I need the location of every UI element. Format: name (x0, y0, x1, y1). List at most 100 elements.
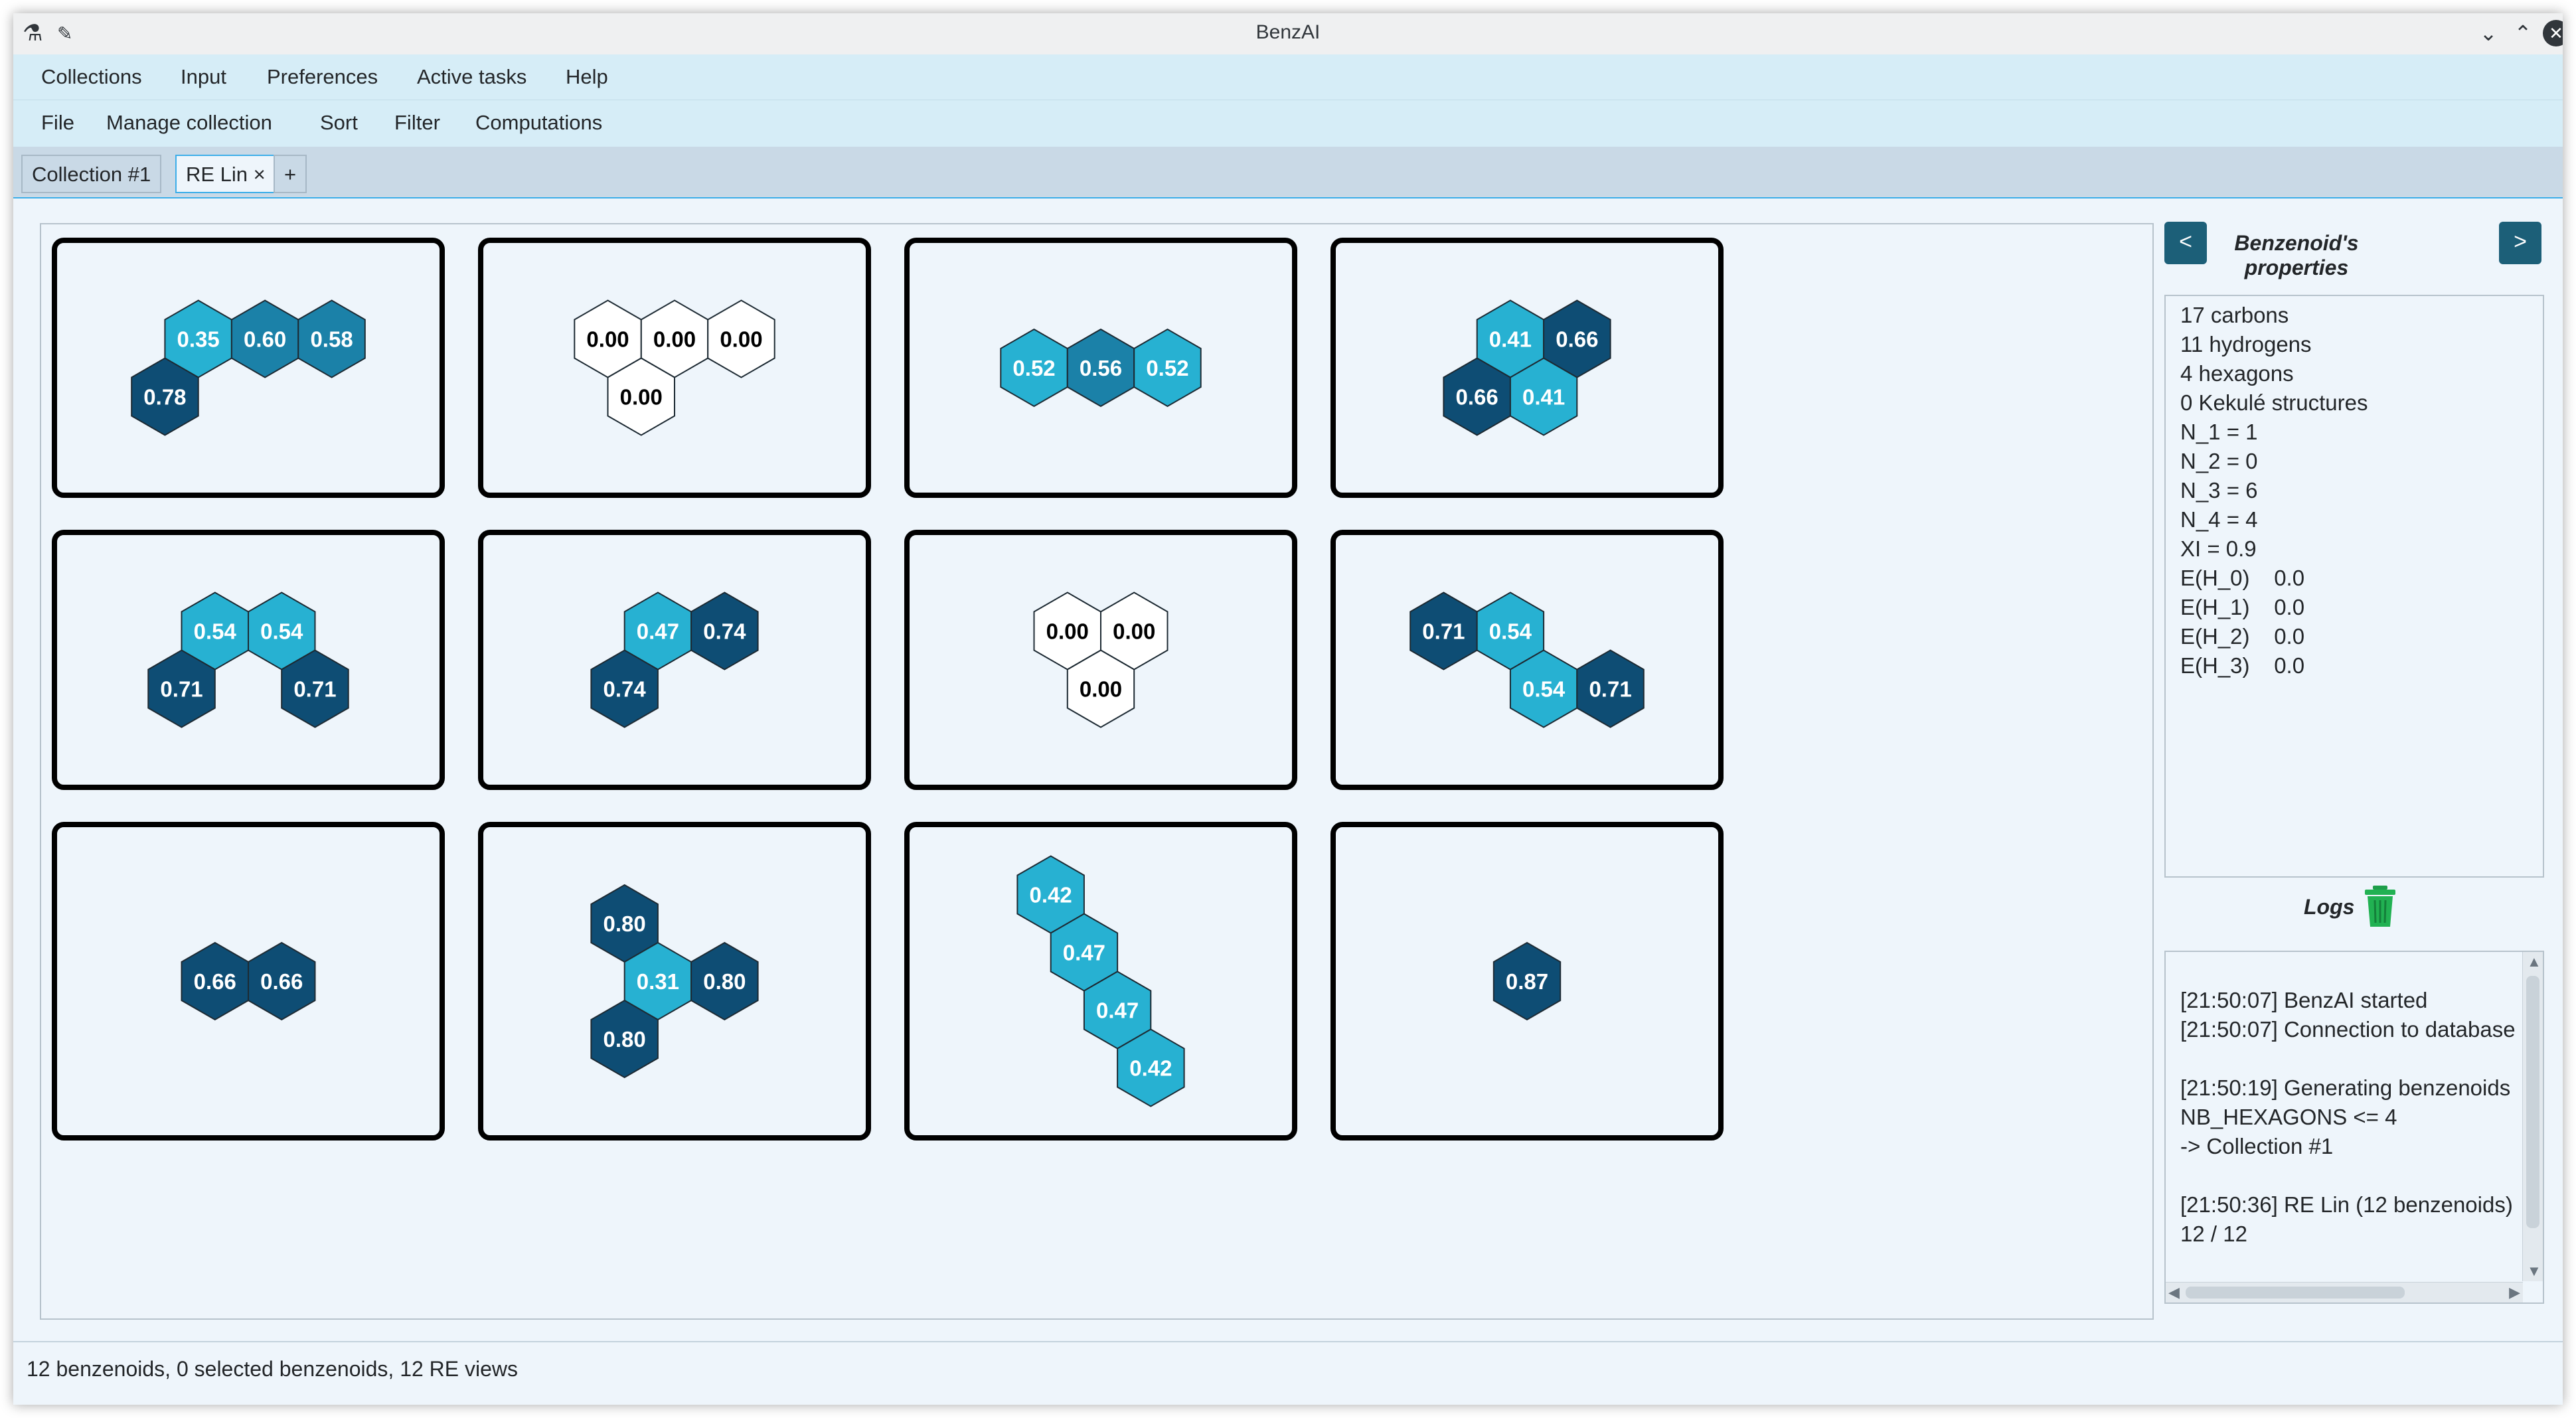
menu-collections[interactable]: Collections (41, 65, 142, 89)
hexagon-value: 0.52 (1012, 356, 1055, 380)
hexagon: 0.71 (1409, 591, 1478, 670)
benzenoid-drawing: 0.66 0.66 (181, 941, 316, 1021)
benzenoid-card[interactable]: 0.42 0.47 0.47 0.42 (904, 822, 1297, 1141)
hexagon-value: 0.54 (260, 619, 303, 644)
log-line: 12 / 12 (2180, 1221, 2247, 1246)
scroll-left-icon[interactable]: ◀ (2168, 1284, 2180, 1301)
benzenoid-card[interactable]: 0.87 (1330, 822, 1724, 1141)
hexagon-value: 0.42 (1030, 883, 1072, 907)
menu-preferences[interactable]: Preferences (267, 65, 378, 89)
property-line: XI = 0.9 (2180, 536, 2257, 561)
benzenoid-grid: 0.35 0.60 0.58 0.78 0.00 0.00 0.00 0.00 0.52 0.56… (40, 223, 2154, 1320)
tab-re-lin[interactable]: RE Lin × (175, 155, 276, 193)
toolbar-computations[interactable]: Computations (475, 111, 602, 135)
property-line: E(H_0) 0.0 (2180, 566, 2305, 590)
add-tab-button[interactable]: + (274, 155, 307, 193)
logs-panel: [21:50:07] BenzAI started [21:50:07] Conn… (2164, 951, 2544, 1304)
scroll-up-icon[interactable]: ▲ (2527, 953, 2541, 971)
app-window: ⚗ ✎ BenzAI ⌄ ⌃ ✕ Collections Input Prefe… (13, 13, 2563, 1405)
hexagon-value: 0.66 (260, 969, 303, 994)
tab-bar: Collection #1 RE Lin × + (13, 147, 2563, 198)
benzenoid-card[interactable]: 0.35 0.60 0.58 0.78 (52, 238, 445, 498)
tab-label: Collection #1 (32, 163, 151, 186)
hexagon-value: 0.42 (1129, 1056, 1172, 1081)
next-benzenoid-button[interactable]: > (2499, 222, 2541, 264)
trash-icon[interactable] (2364, 884, 2397, 928)
properties-title: Benzenoid's properties (2234, 231, 2359, 279)
property-line: E(H_3) 0.0 (2180, 653, 2305, 678)
hexagon-value: 0.71 (160, 677, 202, 702)
benzenoid-card[interactable]: 0.00 0.00 0.00 (904, 530, 1297, 790)
benzenoid-drawing: 0.87 (1492, 941, 1562, 1021)
hexagon: 0.52 (1000, 328, 1068, 408)
tab-collection-1[interactable]: Collection #1 (21, 155, 162, 193)
logs-vertical-scrollbar[interactable]: ▲ ▼ (2522, 952, 2543, 1281)
menu-help[interactable]: Help (566, 65, 608, 89)
benzenoid-card[interactable]: 0.47 0.74 0.74 (478, 530, 871, 790)
hexagon-value: 0.80 (604, 911, 646, 936)
benzenoid-card[interactable]: 0.71 0.54 0.54 0.71 (1330, 530, 1724, 790)
hexagon-value: 0.56 (1080, 356, 1122, 380)
status-bar: 12 benzenoids, 0 selected benzenoids, 12… (13, 1341, 2563, 1405)
minimize-button[interactable]: ⌄ (2475, 20, 2502, 46)
hexagon: 0.56 (1066, 328, 1135, 408)
property-line: E(H_2) 0.0 (2180, 624, 2305, 649)
benzenoid-drawing: 0.71 0.54 0.54 0.71 (1409, 591, 1645, 728)
benzenoid-drawing: 0.00 0.00 0.00 0.00 (574, 299, 775, 436)
property-line: N_1 = 1 (2180, 420, 2258, 444)
hexagon-value: 0.47 (637, 619, 679, 644)
log-line: [21:50:07] BenzAI started (2180, 988, 2428, 1012)
toolbar-file[interactable]: File (41, 111, 74, 135)
close-tab-icon[interactable]: × (254, 163, 266, 186)
hexagon-value: 0.00 (1113, 619, 1155, 644)
horizontal-scroll-thumb[interactable] (2186, 1287, 2405, 1299)
title-bar: ⚗ ✎ BenzAI ⌄ ⌃ ✕ (13, 13, 2563, 55)
hexagon-value: 0.00 (720, 327, 762, 352)
hexagon-value: 0.74 (604, 677, 647, 702)
hexagon: 0.66 (248, 941, 316, 1021)
hexagon: 0.58 (297, 299, 366, 378)
benzenoid-drawing: 0.54 0.54 0.71 0.71 (147, 591, 349, 728)
hexagon-value: 0.54 (194, 619, 237, 644)
hexagon-value: 0.00 (1080, 677, 1122, 702)
log-line: [21:50:19] Generating benzenoids (2180, 1075, 2511, 1100)
hexagon-value: 0.52 (1146, 356, 1188, 380)
log-line: NB_HEXAGONS <= 4 (2180, 1105, 2397, 1129)
hexagon-value: 0.74 (703, 619, 746, 644)
toolbar-manage-collection[interactable]: Manage collection (106, 111, 272, 135)
hexagon-value: 0.00 (653, 327, 696, 352)
benzenoid-card[interactable]: 0.41 0.66 0.66 0.41 (1330, 238, 1724, 498)
benzenoid-drawing: 0.52 0.56 0.52 (1000, 328, 1202, 408)
maximize-button[interactable]: ⌃ (2510, 20, 2536, 46)
benzenoid-card[interactable]: 0.00 0.00 0.00 0.00 (478, 238, 871, 498)
vertical-scroll-thumb[interactable] (2526, 976, 2539, 1228)
toolbar-filter[interactable]: Filter (394, 111, 440, 135)
property-line: 4 hexagons (2180, 361, 2294, 386)
tool-bar: File Manage collection Sort Filter Compu… (13, 100, 2563, 147)
logs-horizontal-scrollbar[interactable]: ◀ ▶ (2166, 1282, 2523, 1302)
hexagon-value: 0.87 (1506, 969, 1548, 994)
hexagon: 0.87 (1492, 941, 1562, 1021)
toolbar-sort[interactable]: Sort (320, 111, 358, 135)
previous-benzenoid-button[interactable]: < (2164, 222, 2207, 264)
scroll-right-icon[interactable]: ▶ (2509, 1284, 2520, 1301)
benzenoid-drawing: 0.35 0.60 0.58 0.78 (131, 299, 366, 436)
benzenoid-card[interactable]: 0.52 0.56 0.52 (904, 238, 1297, 498)
property-line: 0 Kekulé structures (2180, 390, 2368, 415)
hexagon-value: 0.54 (1489, 619, 1532, 644)
menu-active-tasks[interactable]: Active tasks (417, 65, 526, 89)
hexagon-value: 0.80 (703, 969, 746, 994)
log-line: [21:50:36] RE Lin (12 benzenoids) (2180, 1192, 2513, 1217)
log-line: -> Collection #1 (2180, 1134, 2334, 1158)
window-title: BenzAI (1255, 21, 1321, 43)
menu-bar: Collections Input Preferences Active tas… (13, 54, 2563, 100)
hexagon-value: 0.66 (1456, 385, 1498, 410)
benzenoid-drawing: 0.00 0.00 0.00 (1033, 591, 1168, 728)
benzenoid-card[interactable]: 0.80 0.31 0.80 0.80 (478, 822, 871, 1141)
property-line: N_3 = 6 (2180, 478, 2258, 503)
hexagon: 0.66 (181, 941, 249, 1021)
menu-input[interactable]: Input (181, 65, 226, 89)
benzenoid-card[interactable]: 0.54 0.54 0.71 0.71 (52, 530, 445, 790)
scroll-down-icon[interactable]: ▼ (2527, 1263, 2541, 1280)
benzenoid-card[interactable]: 0.66 0.66 (52, 822, 445, 1141)
